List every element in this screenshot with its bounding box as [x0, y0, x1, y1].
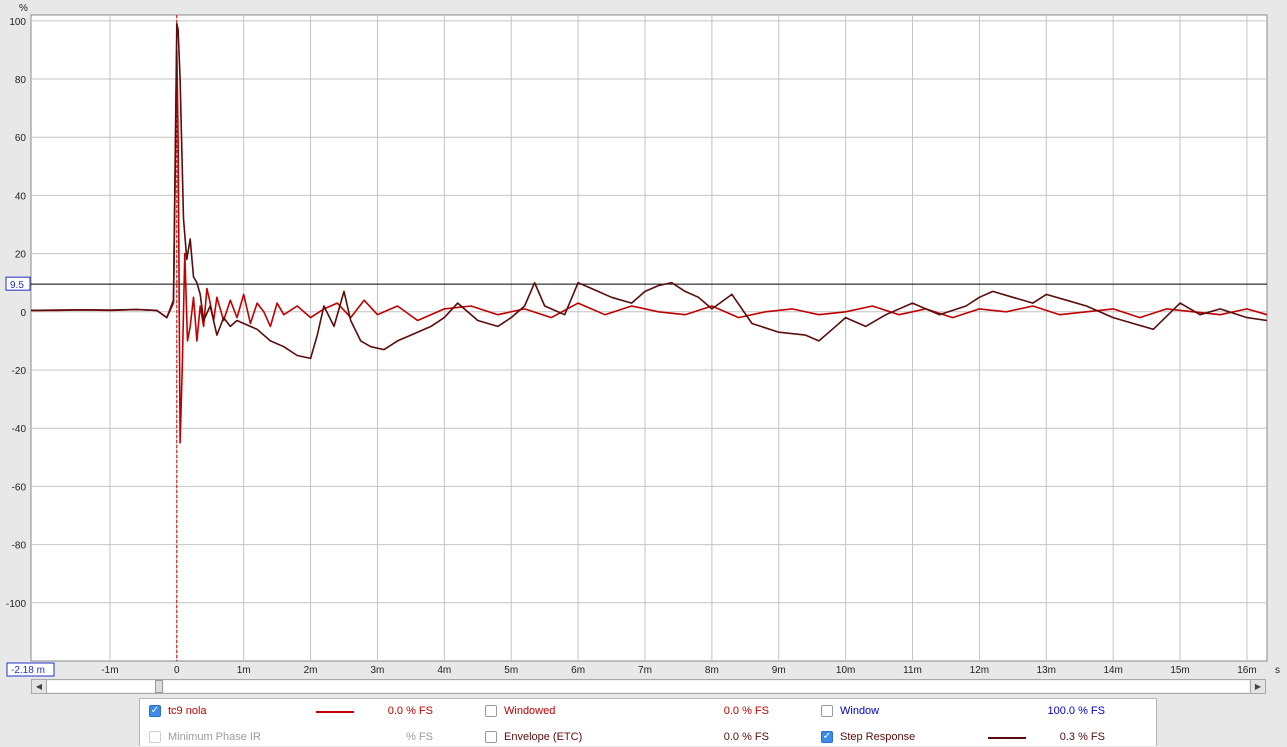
x-tick-label: 9m: [772, 665, 786, 676]
checkbox-checked-icon[interactable]: ✓: [149, 705, 161, 717]
legend-minimum-phase-ir[interactable]: [149, 727, 161, 747]
x-tick-label: 13m: [1037, 665, 1056, 676]
x-tick-label: -1m: [101, 665, 118, 676]
legend-swatch-tc9-nola: [316, 711, 354, 713]
legend-label-step-response: Step Response: [840, 731, 916, 743]
x-tick-label: 6m: [571, 665, 585, 676]
svg-text:-2.18 m: -2.18 m: [11, 665, 45, 676]
legend-value-windowed: 0.0 % FS: [723, 705, 769, 717]
legend-windowed[interactable]: [485, 701, 497, 721]
impulse-response-chart[interactable]: 100 80 60 40 20 0 -20 -40 -60 -80 -100 -1m 0 1m 2m 3m 4…: [0, 0, 1287, 680]
y-tick-label: 60: [15, 133, 27, 144]
x-tick-label: 10m: [836, 665, 855, 676]
legend-value-step-response: 0.3 % FS: [1059, 731, 1105, 743]
legend-label-windowed: Windowed: [504, 705, 556, 717]
x-tick-label: 8m: [705, 665, 719, 676]
x-tick-label: 3m: [371, 665, 385, 676]
x-tick-label: 4m: [437, 665, 451, 676]
y-axis-label: %: [19, 3, 28, 14]
legend-value-tc9-nola: 0.0 % FS: [387, 705, 433, 717]
x-tick-label: 5m: [504, 665, 518, 676]
y-tick-label: 100: [9, 17, 26, 28]
checkbox-disabled-icon: [149, 731, 161, 743]
scroll-track-left[interactable]: [47, 681, 158, 692]
legend-swatch-step-response: [988, 737, 1026, 739]
checkbox-checked-icon[interactable]: ✓: [821, 731, 833, 743]
x-tick-label: 15m: [1170, 665, 1189, 676]
legend-label-envelope-etc: Envelope (ETC): [504, 731, 583, 743]
x-axis-unit: s: [1275, 665, 1280, 676]
y-tick-label: -80: [12, 541, 27, 552]
x-tick-label: 12m: [970, 665, 989, 676]
scroll-left-arrow-icon[interactable]: ◀: [32, 680, 47, 693]
y-tick-label: -100: [6, 599, 26, 610]
legend-tc9-nola[interactable]: ✓: [149, 701, 161, 721]
x-start-readout[interactable]: -2.18 m: [6, 662, 55, 677]
x-tick-label: 16m: [1237, 665, 1256, 676]
y-tick-label: -40: [12, 424, 27, 435]
y-tick-label: -60: [12, 482, 27, 493]
legend-label-minimum-phase-ir: Minimum Phase IR: [168, 731, 261, 743]
checkbox-unchecked-icon[interactable]: [485, 731, 497, 743]
y-tick-label: 0: [20, 308, 26, 319]
x-tick-label: 2m: [304, 665, 318, 676]
checkbox-unchecked-icon[interactable]: [821, 705, 833, 717]
legend-step-response[interactable]: ✓: [821, 727, 833, 747]
legend-label-window: Window: [840, 705, 880, 717]
x-tick-label: 11m: [903, 665, 922, 676]
scroll-track-right[interactable]: [164, 681, 1249, 692]
scroll-thumb[interactable]: [155, 680, 163, 693]
x-tick-label: 14m: [1103, 665, 1122, 676]
legend-label-tc9-nola: tc9 nola: [168, 705, 207, 717]
legend-value-envelope-etc: 0.0 % FS: [723, 731, 769, 743]
legend-value-window: 100.0 % FS: [1047, 705, 1105, 717]
y-tick-label: 80: [15, 75, 27, 86]
y-tick-label: 40: [15, 191, 27, 202]
x-tick-label: 0: [174, 665, 180, 676]
y-tick-label: -20: [12, 366, 27, 377]
legend-value-minimum-phase-ir: % FS: [406, 731, 433, 743]
horizontal-scrollbar[interactable]: ◀ ▶: [31, 679, 1266, 694]
legend-envelope-etc[interactable]: [485, 727, 497, 747]
y-tick-label: 20: [15, 250, 27, 261]
checkbox-unchecked-icon[interactable]: [485, 705, 497, 717]
legend-panel: ✓ tc9 nola 0.0 % FS Windowed 0.0 % FS Wi…: [139, 698, 1157, 746]
svg-text:9.5: 9.5: [10, 280, 24, 291]
legend-window[interactable]: [821, 701, 833, 721]
x-tick-label: 1m: [237, 665, 251, 676]
scroll-right-arrow-icon[interactable]: ▶: [1250, 680, 1265, 693]
plot-area[interactable]: [30, 14, 1268, 662]
y-cursor-readout[interactable]: 9.5: [5, 276, 31, 291]
x-tick-label: 7m: [638, 665, 652, 676]
